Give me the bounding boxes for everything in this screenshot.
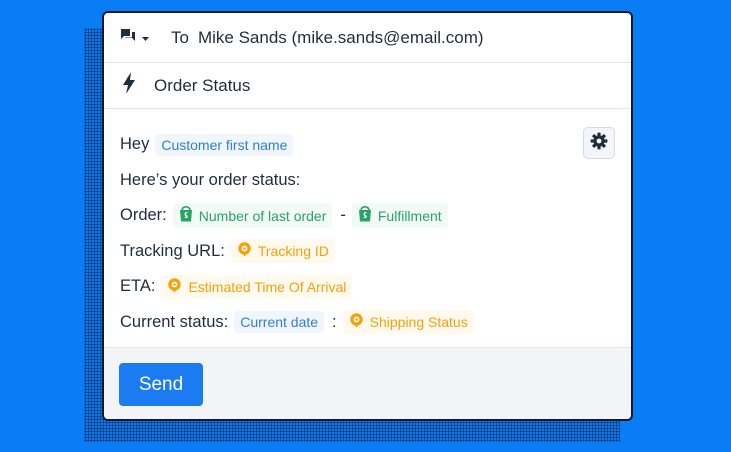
variable-current-date[interactable]: Current date: [234, 311, 325, 334]
greeting-text: Hey: [120, 135, 150, 154]
variable-label: Customer first name: [161, 136, 288, 153]
variable-tracking-id[interactable]: Tracking ID: [230, 239, 335, 264]
variable-label: Estimated Time Of Arrival: [188, 278, 347, 295]
order-label: Order:: [120, 206, 167, 225]
shopify-bag-icon: [358, 206, 372, 225]
chat-bubble-icon: [120, 28, 136, 47]
to-label: To: [171, 27, 189, 47]
recipient-row: To Mike Sands (mike.sands@email.com): [104, 13, 631, 63]
message-composer: To Mike Sands (mike.sands@email.com) Ord…: [102, 11, 633, 421]
location-pin-icon: [237, 242, 252, 260]
variable-label: Shipping Status: [369, 314, 468, 331]
channel-selector[interactable]: [120, 28, 149, 47]
order-separator: -: [340, 206, 346, 225]
chevron-down-icon: [142, 29, 149, 47]
variable-label: Current date: [240, 314, 319, 331]
message-body[interactable]: Hey Customer first name Here’s your orde…: [104, 109, 631, 347]
status-label: Current status:: [120, 312, 229, 331]
variable-label: Number of last order: [198, 207, 327, 224]
variable-customer-first-name[interactable]: Customer first name: [155, 133, 294, 156]
settings-button[interactable]: [583, 127, 615, 159]
intro-line: Here’s your order status:: [120, 163, 615, 199]
eta-line: ETA: Estimated Time Of Arrival: [120, 269, 615, 305]
shopify-bag-icon: [179, 206, 193, 225]
composer-footer: Send: [104, 347, 631, 419]
lightning-icon: [122, 72, 136, 99]
location-pin-icon: [167, 278, 182, 296]
variable-label: Fulfillment: [377, 207, 442, 224]
variable-eta[interactable]: Estimated Time Of Arrival: [161, 274, 353, 299]
status-separator: :: [332, 312, 337, 331]
send-button[interactable]: Send: [119, 363, 203, 406]
location-pin-icon: [349, 313, 364, 331]
variable-label: Tracking ID: [257, 243, 329, 260]
tracking-line: Tracking URL: Tracking ID: [120, 234, 615, 270]
eta-label: ETA:: [120, 277, 156, 296]
tracking-label: Tracking URL:: [120, 241, 225, 260]
greeting-line: Hey Customer first name: [120, 127, 615, 163]
template-title[interactable]: Order Status: [154, 76, 250, 96]
variable-fulfillment[interactable]: Fulfillment: [351, 203, 448, 229]
gear-icon: [590, 132, 608, 155]
status-line: Current status: Current date : Shipping …: [120, 305, 615, 341]
template-row: Order Status: [104, 63, 631, 109]
variable-order-number[interactable]: Number of last order: [172, 203, 333, 229]
variable-shipping-status[interactable]: Shipping Status: [342, 310, 474, 335]
recipient-field[interactable]: Mike Sands (mike.sands@email.com): [198, 28, 484, 48]
order-line: Order: Number of last order - Fulfillmen…: [120, 198, 615, 234]
intro-text: Here’s your order status:: [120, 170, 301, 189]
